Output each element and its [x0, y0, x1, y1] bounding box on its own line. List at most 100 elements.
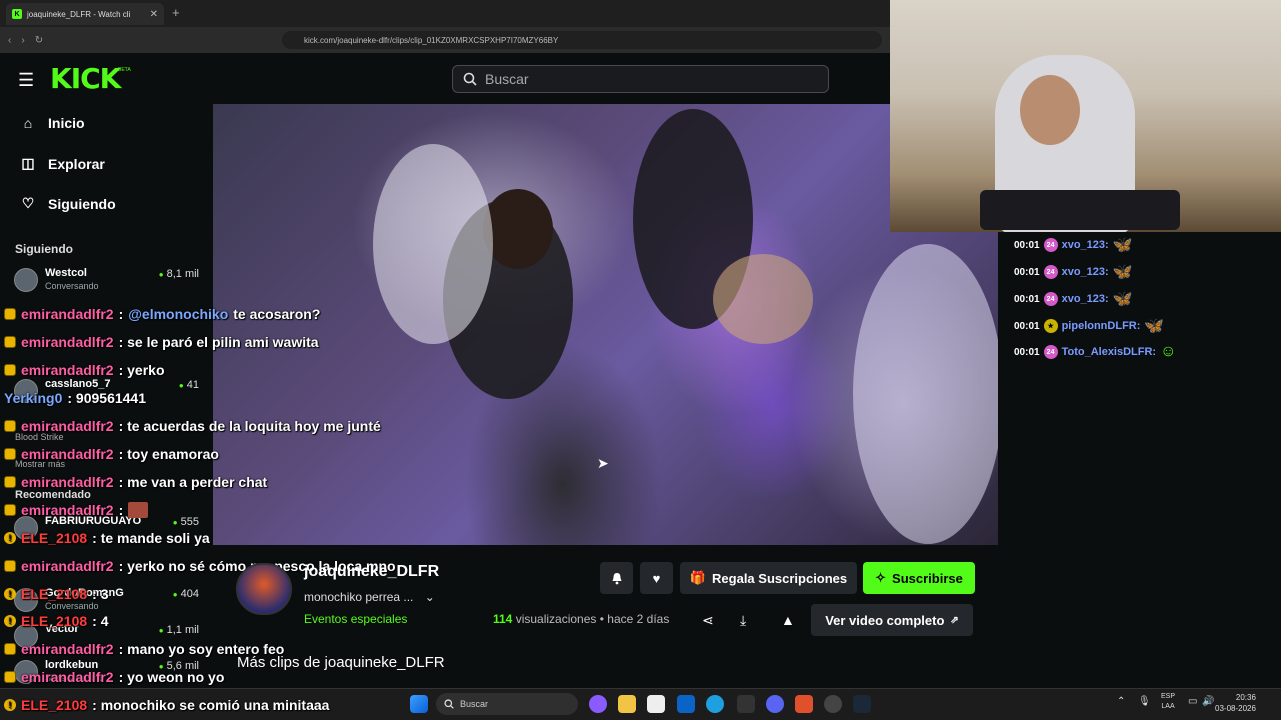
view-count: 114: [493, 612, 513, 626]
chat-text: : yo weon no yo: [118, 669, 225, 685]
clip-category[interactable]: Eventos especiales: [304, 612, 407, 626]
gift-icon: 🎁: [689, 570, 707, 585]
search-icon: [444, 699, 454, 709]
nav-explorar[interactable]: ◫ Explorar: [20, 155, 105, 172]
warning-badge-icon: !: [4, 699, 16, 711]
external-link-icon: ⇗: [950, 614, 959, 626]
nav-inicio[interactable]: ⌂ Inicio: [20, 115, 85, 131]
brave-icon[interactable]: [795, 695, 813, 713]
store-icon[interactable]: [647, 695, 665, 713]
chat-user: ELE_2108: [21, 586, 88, 602]
chrome-icon[interactable]: [824, 695, 842, 713]
overlay-chat-message: emirandadlfr2 : te acuerdas de la loquit…: [4, 418, 381, 434]
video-player[interactable]: [213, 104, 998, 545]
chat-user: ELE_2108: [21, 613, 88, 629]
chat-user: emirandadlfr2: [21, 502, 114, 518]
chat-text: : se le paró el pilin ami wawita: [118, 334, 319, 350]
chat-text: : me van a perder chat: [118, 474, 268, 490]
kick-favicon-icon: K: [12, 9, 22, 19]
discord-icon[interactable]: [766, 695, 784, 713]
badge-icon: [4, 671, 16, 683]
reload-icon[interactable]: ↻: [35, 35, 43, 46]
app-icon[interactable]: [737, 695, 755, 713]
chat-text: : monochiko se comió una minitaaa: [92, 697, 330, 713]
chevron-down-icon: ⌄: [424, 590, 435, 604]
report-warning-icon[interactable]: ▲: [781, 612, 795, 628]
sub-badge-icon: 24: [1043, 345, 1058, 359]
chat-text: : toy enamorao: [118, 446, 219, 462]
clip-channel-name[interactable]: joaquineke_DLFR: [304, 563, 439, 581]
search-input[interactable]: Buscar: [452, 65, 829, 93]
subscribe-button[interactable]: ✧ Suscribirse: [863, 562, 975, 594]
heart-icon: ♡: [21, 195, 35, 211]
chat-user: emirandadlfr2: [21, 558, 114, 574]
taskbar-search-label: Buscar: [460, 699, 489, 709]
badge-icon: [4, 420, 16, 432]
sub-badge-icon: 24: [1043, 265, 1058, 279]
download-icon[interactable]: ⤓: [740, 612, 746, 629]
chat-time: 00:01: [1014, 293, 1040, 305]
forward-icon[interactable]: ›: [21, 35, 24, 46]
windows-start-icon[interactable]: [410, 695, 428, 713]
viewer-count: 404: [173, 588, 199, 600]
channel-avatar[interactable]: [236, 563, 292, 615]
heart-icon: ♥: [652, 570, 661, 586]
kick-logo[interactable]: KICK: [50, 62, 121, 95]
volume-icon[interactable]: 🔊: [1202, 696, 1214, 707]
chat-user: emirandadlfr2: [21, 362, 114, 378]
tray-chevron-icon[interactable]: ⌃: [1117, 696, 1125, 707]
chat-user: emirandadlfr2: [21, 669, 114, 685]
tab-close-icon[interactable]: ✕: [150, 9, 158, 20]
bell-icon: [612, 572, 621, 584]
view-full-video-button[interactable]: Ver video completo ⇗: [811, 604, 973, 636]
taskbar-clock[interactable]: 20:36 03-08-2026: [1215, 692, 1256, 714]
chat-message: 00:01 ★ pipelonnDLFR: 🦋: [1014, 316, 1164, 336]
language-indicator[interactable]: ESP LAA: [1161, 692, 1175, 712]
channel-category: Conversando: [45, 281, 99, 291]
new-tab-button[interactable]: +: [172, 5, 180, 20]
badge-icon: [4, 336, 16, 348]
network-icon[interactable]: ▭: [1188, 696, 1197, 707]
overlay-chat-message: emirandadlfr2 : toy enamorao: [4, 446, 219, 462]
chat-text: te acosaron?: [233, 306, 321, 322]
logo-beta-tag: BETA: [118, 67, 131, 73]
chat-user: emirandadlfr2: [21, 418, 114, 434]
microphone-icon[interactable]: 🎙: [1138, 696, 1151, 707]
badge-icon: [4, 448, 16, 460]
file-explorer-icon[interactable]: [618, 695, 636, 713]
video-figure: [853, 244, 998, 544]
back-icon[interactable]: ‹: [8, 35, 11, 46]
edge-icon[interactable]: [706, 695, 724, 713]
sub-badge-icon: 24: [1043, 292, 1058, 306]
outlook-icon[interactable]: [677, 695, 695, 713]
right-chat-panel: 00:01 24 xvo_123: 🦋 00:01 24 xvo_123: 🦋 …: [998, 232, 1281, 688]
browser-tab[interactable]: K joaquineke_DLFR - Watch cli ✕: [6, 3, 164, 25]
share-icon[interactable]: ⋖: [702, 612, 714, 629]
emote-icon: [128, 502, 149, 518]
overlay-chat-message: emirandadlfr2 : me van a perder chat: [4, 474, 267, 490]
overlay-chat-message: ! ELE_2108 : 4: [4, 613, 109, 629]
copilot-icon[interactable]: [589, 695, 607, 713]
taskbar-search[interactable]: Buscar: [436, 693, 578, 715]
follow-heart-button[interactable]: ♥: [640, 562, 673, 594]
nav-siguiendo[interactable]: ♡ Siguiendo: [20, 195, 116, 212]
url-field[interactable]: kick.com/joaquineke-dlfr/clips/clip_01KZ…: [282, 31, 882, 49]
chat-message: 00:01 24 xvo_123: 🦋: [1014, 289, 1133, 309]
chat-text: :: [118, 306, 124, 322]
hamburger-menu-icon[interactable]: ☰: [18, 70, 34, 91]
chat-user: xvo_123:: [1061, 266, 1109, 278]
clip-title[interactable]: monochiko perrea ... ⌄: [304, 590, 435, 604]
chat-user: emirandadlfr2: [21, 474, 114, 490]
chat-time: 00:01: [1014, 239, 1040, 251]
chat-text: : te acuerdas de la loquita hoy me junté: [118, 418, 381, 434]
steam-icon[interactable]: [853, 695, 871, 713]
nav-label: Explorar: [48, 155, 105, 172]
chat-user: pipelonnDLFR:: [1061, 320, 1141, 332]
sidebar-channel-westcol[interactable]: Westcol Conversando 8,1 mil: [14, 266, 204, 296]
clock-date: 03-08-2026: [1215, 704, 1256, 713]
badge-icon: [4, 504, 16, 516]
clip-title-text: monochiko perrea ...: [304, 590, 414, 604]
gift-subscriptions-button[interactable]: 🎁 Regala Suscripciones: [680, 562, 857, 594]
notification-bell-button[interactable]: [600, 562, 633, 594]
chat-message: 00:01 24 xvo_123: 🦋: [1014, 262, 1133, 282]
